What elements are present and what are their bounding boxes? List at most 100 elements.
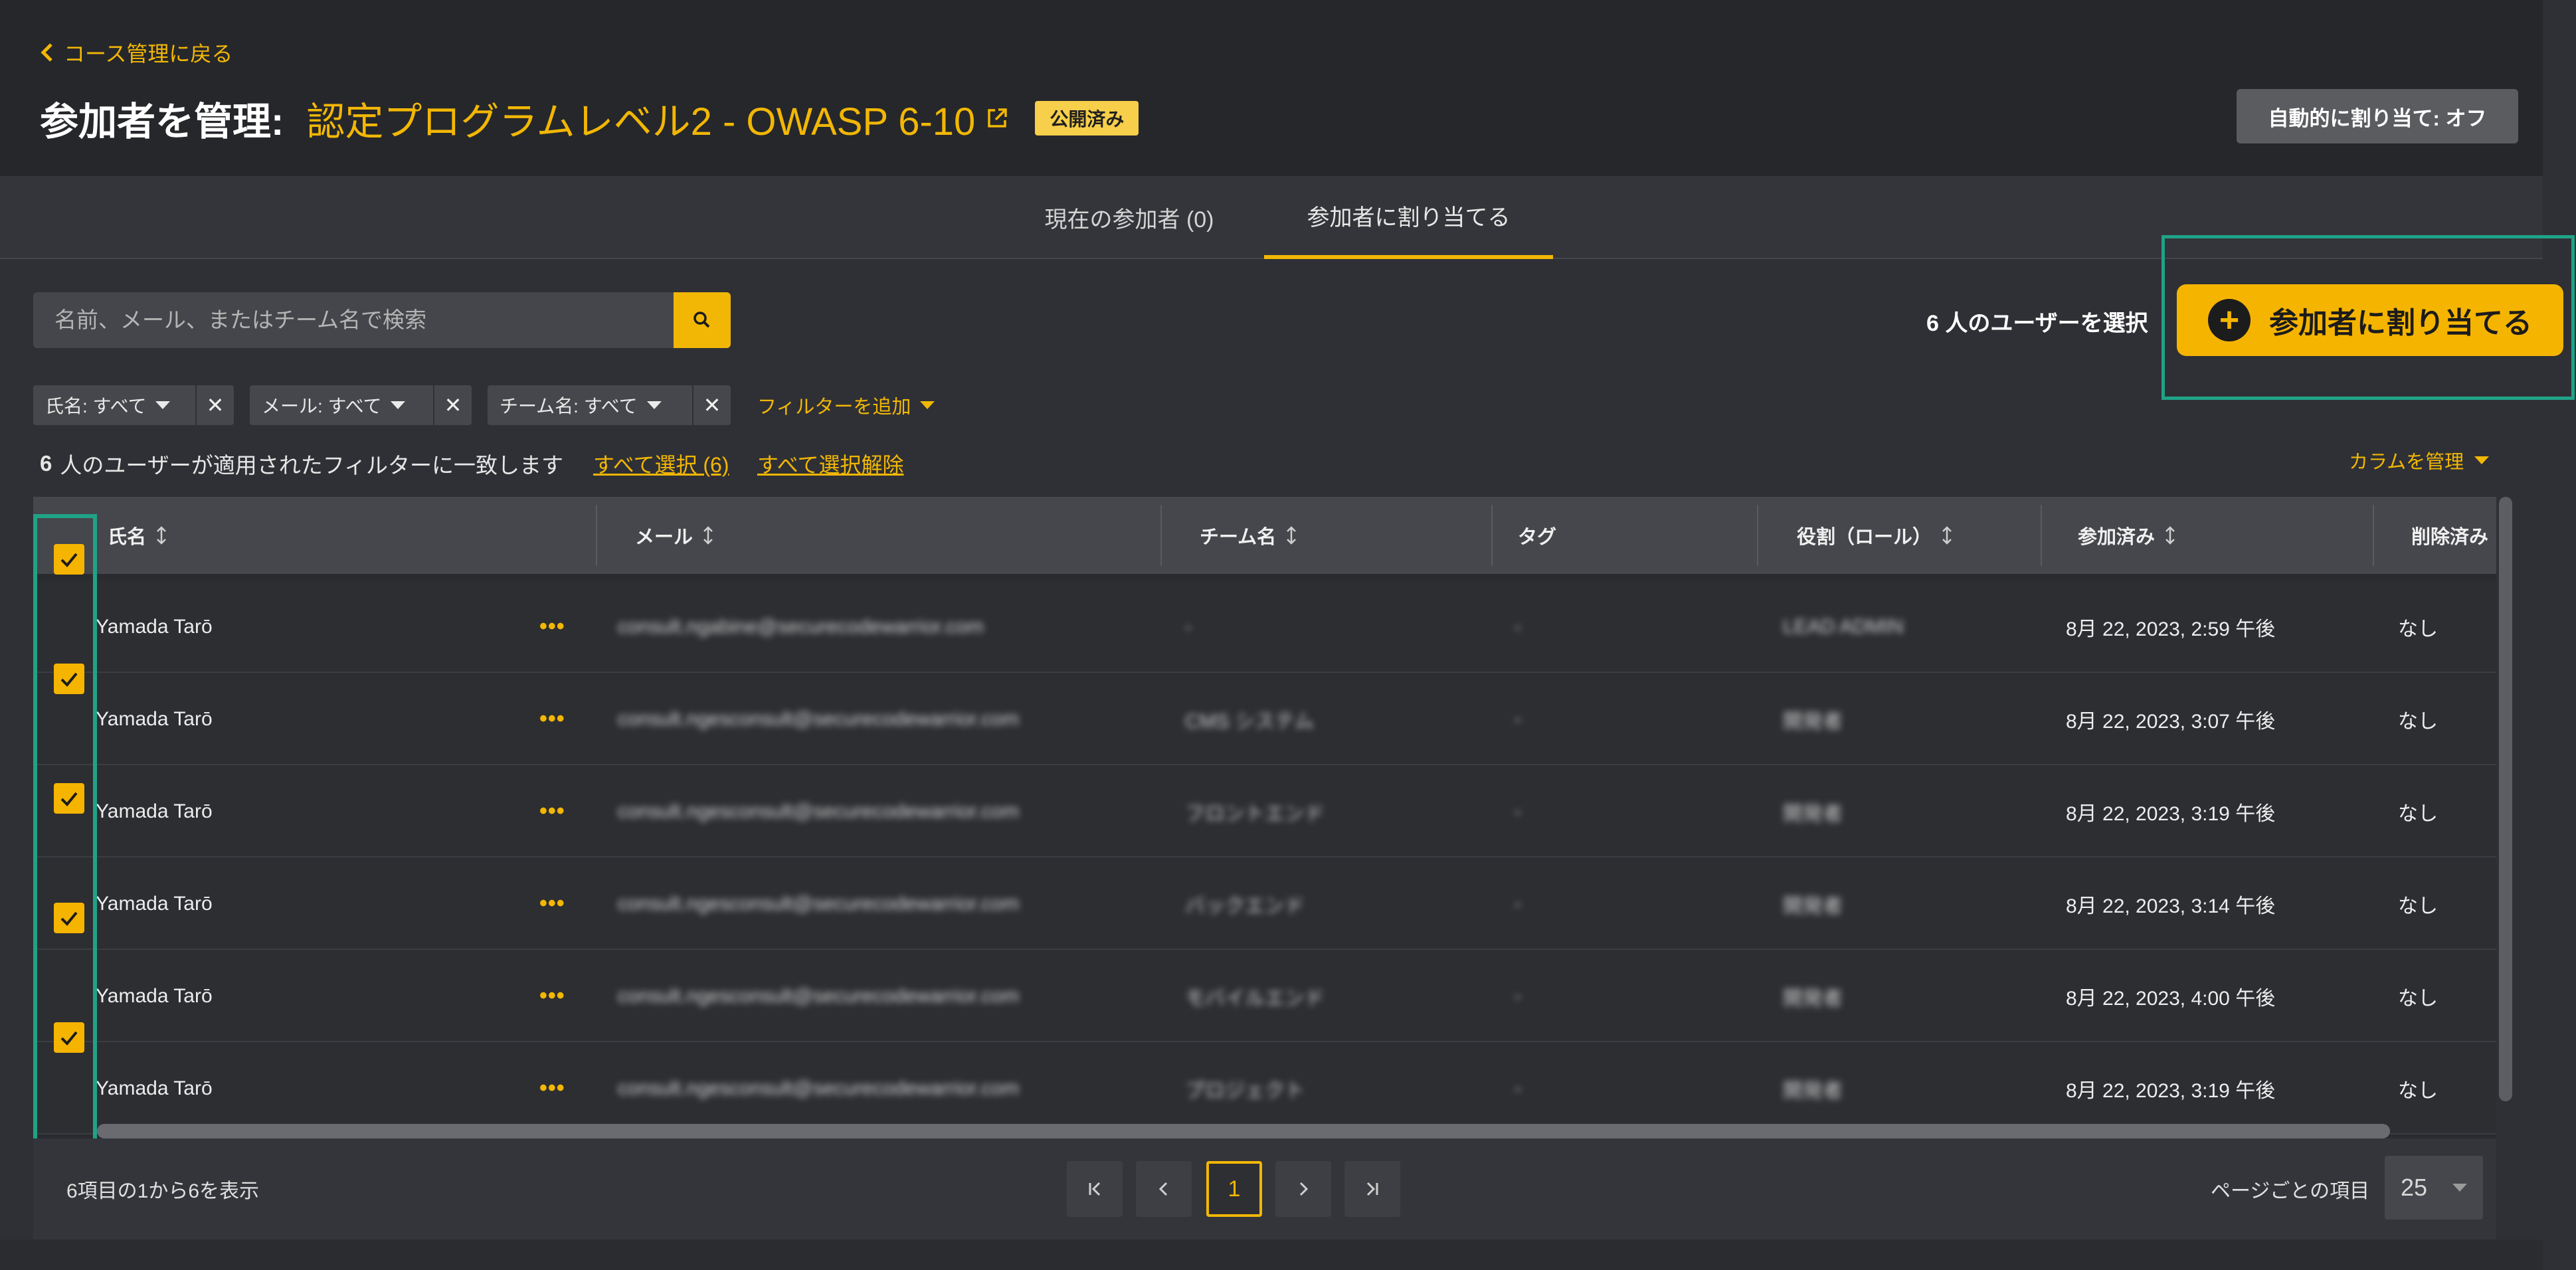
search-input[interactable] bbox=[33, 292, 675, 348]
select-all-link[interactable]: すべて選択 (6) bbox=[593, 445, 729, 482]
filter-chip-team[interactable]: チーム名: すべて ✕ bbox=[488, 385, 731, 425]
caret-down-icon[interactable] bbox=[646, 401, 662, 409]
more-dots-icon[interactable]: ••• bbox=[539, 950, 565, 1042]
deselect-all-link[interactable]: すべて選択解除 bbox=[757, 445, 903, 482]
cell-tag: - bbox=[1515, 892, 1521, 915]
sort-icon[interactable] bbox=[1285, 525, 1297, 545]
per-page-value: 25 bbox=[2401, 1174, 2428, 1201]
table-footer bbox=[33, 1138, 2496, 1239]
more-dots-icon[interactable]: ••• bbox=[539, 581, 565, 673]
cell-deleted: なし bbox=[2398, 802, 2438, 825]
caret-down-icon bbox=[2452, 1184, 2467, 1192]
per-page-select[interactable]: 25 bbox=[2385, 1156, 2483, 1220]
prev-page-icon[interactable] bbox=[1136, 1161, 1192, 1217]
column-header-deleted[interactable]: 削除済み bbox=[2411, 497, 2488, 574]
column-label: 氏名 bbox=[108, 527, 147, 548]
pagination-range-text: 6項目の1から6を表示 bbox=[66, 1180, 260, 1202]
search-button[interactable] bbox=[674, 292, 731, 348]
page-bottom-bar bbox=[0, 1239, 2543, 1270]
column-header-name[interactable]: 氏名 bbox=[108, 497, 167, 574]
cell-tag: - bbox=[1515, 984, 1521, 1007]
more-dots-icon[interactable]: ••• bbox=[539, 765, 565, 858]
cell-team: フロントエンド bbox=[1185, 802, 1325, 825]
add-filter-button[interactable]: フィルターを追加 bbox=[757, 385, 935, 425]
cell-tag: - bbox=[1515, 800, 1521, 822]
more-dots-icon[interactable]: ••• bbox=[539, 858, 565, 950]
column-label: 参加済み bbox=[2078, 527, 2156, 548]
cell-tag: - bbox=[1515, 707, 1521, 730]
cell-email: consult.ngesconsult@securecodewarrior.co… bbox=[618, 1077, 1020, 1099]
cell-email: consult.ngabine@securecodewarrior.com bbox=[618, 615, 984, 638]
next-page-icon[interactable] bbox=[1275, 1161, 1331, 1217]
cell-role: 開発者 bbox=[1783, 987, 1843, 1010]
page-title: 参加者を管理: 認定プログラムレベル2 - OWASP 6-10 公開済み bbox=[40, 92, 1139, 145]
cell-team: バックエンド bbox=[1185, 895, 1305, 917]
cell-joined: 8月 22, 2023, 3:07 午後 bbox=[2066, 710, 2276, 733]
close-icon[interactable]: ✕ bbox=[195, 385, 234, 425]
cell-team: - bbox=[1185, 615, 1192, 638]
assign-participants-button[interactable]: + 参加者に割り当てる bbox=[2177, 284, 2563, 356]
page-number-current[interactable]: 1 bbox=[1206, 1161, 1262, 1217]
cell-joined: 8月 22, 2023, 3:19 午後 bbox=[2066, 1079, 2276, 1102]
last-page-icon[interactable] bbox=[1344, 1161, 1400, 1217]
more-dots-icon[interactable]: ••• bbox=[539, 1042, 565, 1134]
filter-chip-name[interactable]: 氏名: すべて ✕ bbox=[33, 385, 234, 425]
cell-role: 開発者 bbox=[1783, 802, 1843, 825]
auto-assign-toggle-button[interactable]: 自動的に割り当て: オフ bbox=[2237, 89, 2518, 143]
close-icon[interactable]: ✕ bbox=[692, 385, 731, 425]
column-divider bbox=[2373, 505, 2374, 566]
cell-role: 開発者 bbox=[1783, 1079, 1843, 1102]
manage-columns-button[interactable]: カラムを管理 bbox=[2349, 442, 2490, 479]
checkbox-checked-icon[interactable] bbox=[54, 903, 84, 933]
checkbox-checked-icon[interactable] bbox=[54, 544, 84, 575]
checkbox-checked-icon[interactable] bbox=[54, 783, 84, 814]
cell-name: Yamada Tarō bbox=[96, 707, 213, 730]
cell-name: Yamada Tarō bbox=[96, 1077, 213, 1099]
back-to-course-management-link[interactable]: コース管理に戻る bbox=[40, 39, 232, 66]
checkbox-column-highlight bbox=[33, 514, 97, 1189]
sort-icon[interactable] bbox=[155, 525, 167, 545]
caret-down-icon bbox=[2474, 456, 2490, 464]
caret-down-icon[interactable] bbox=[391, 401, 406, 409]
assign-button-label: 参加者に割り当てる bbox=[2269, 307, 2532, 339]
column-header-joined[interactable]: 参加済み bbox=[2078, 497, 2176, 574]
sort-icon[interactable] bbox=[2164, 525, 2176, 545]
cell-joined: 8月 22, 2023, 3:19 午後 bbox=[2066, 802, 2276, 825]
cell-role: LEAD ADMIN bbox=[1783, 615, 1904, 638]
search-icon bbox=[693, 312, 710, 328]
checkbox-checked-icon[interactable] bbox=[54, 664, 84, 694]
checkbox-checked-icon[interactable] bbox=[54, 1022, 84, 1053]
tab-assign-participants[interactable]: 参加者に割り当てる bbox=[1264, 176, 1553, 259]
caret-down-icon[interactable] bbox=[155, 401, 171, 409]
cell-role: 開発者 bbox=[1783, 710, 1843, 733]
more-dots-icon[interactable]: ••• bbox=[539, 673, 565, 765]
column-label: チーム名 bbox=[1200, 527, 1277, 548]
external-link-icon[interactable] bbox=[986, 107, 1008, 130]
column-divider bbox=[596, 505, 597, 566]
deselect-all-label: すべて選択解除 bbox=[757, 453, 904, 477]
filter-chip-label: チーム名: すべて bbox=[500, 396, 638, 416]
cell-name: Yamada Tarō bbox=[96, 615, 213, 638]
tab-current-participants[interactable]: 現在の参加者 (0) bbox=[1010, 176, 1249, 259]
column-header-email[interactable]: メール bbox=[635, 497, 714, 574]
cell-email: consult.ngesconsult@securecodewarrior.co… bbox=[618, 707, 1020, 730]
horizontal-scrollbar[interactable] bbox=[97, 1124, 2390, 1138]
status-badge: 公開済み bbox=[1035, 101, 1139, 136]
course-name-link[interactable]: 認定プログラムレベル2 - OWASP 6-10 bbox=[306, 90, 975, 146]
close-icon[interactable]: ✕ bbox=[433, 385, 472, 425]
plus-circle-icon: + bbox=[2208, 299, 2251, 341]
cell-joined: 8月 22, 2023, 2:59 午後 bbox=[2066, 618, 2276, 640]
select-all-label: すべて選択 (6) bbox=[593, 453, 729, 477]
sort-icon[interactable] bbox=[702, 525, 714, 545]
page-header bbox=[0, 0, 2543, 176]
column-divider bbox=[1160, 505, 1162, 566]
column-header-team[interactable]: チーム名 bbox=[1200, 497, 1297, 574]
vertical-scrollbar[interactable] bbox=[2499, 497, 2512, 1101]
column-divider bbox=[2041, 505, 2042, 566]
cell-team: プロジェクト bbox=[1185, 1079, 1305, 1102]
column-header-role[interactable]: 役割（ロール） bbox=[1797, 497, 1953, 574]
column-divider bbox=[1757, 505, 1758, 566]
filter-chip-email[interactable]: メール: すべて ✕ bbox=[250, 385, 472, 425]
first-page-icon[interactable] bbox=[1067, 1161, 1123, 1217]
sort-icon[interactable] bbox=[1941, 525, 1953, 545]
